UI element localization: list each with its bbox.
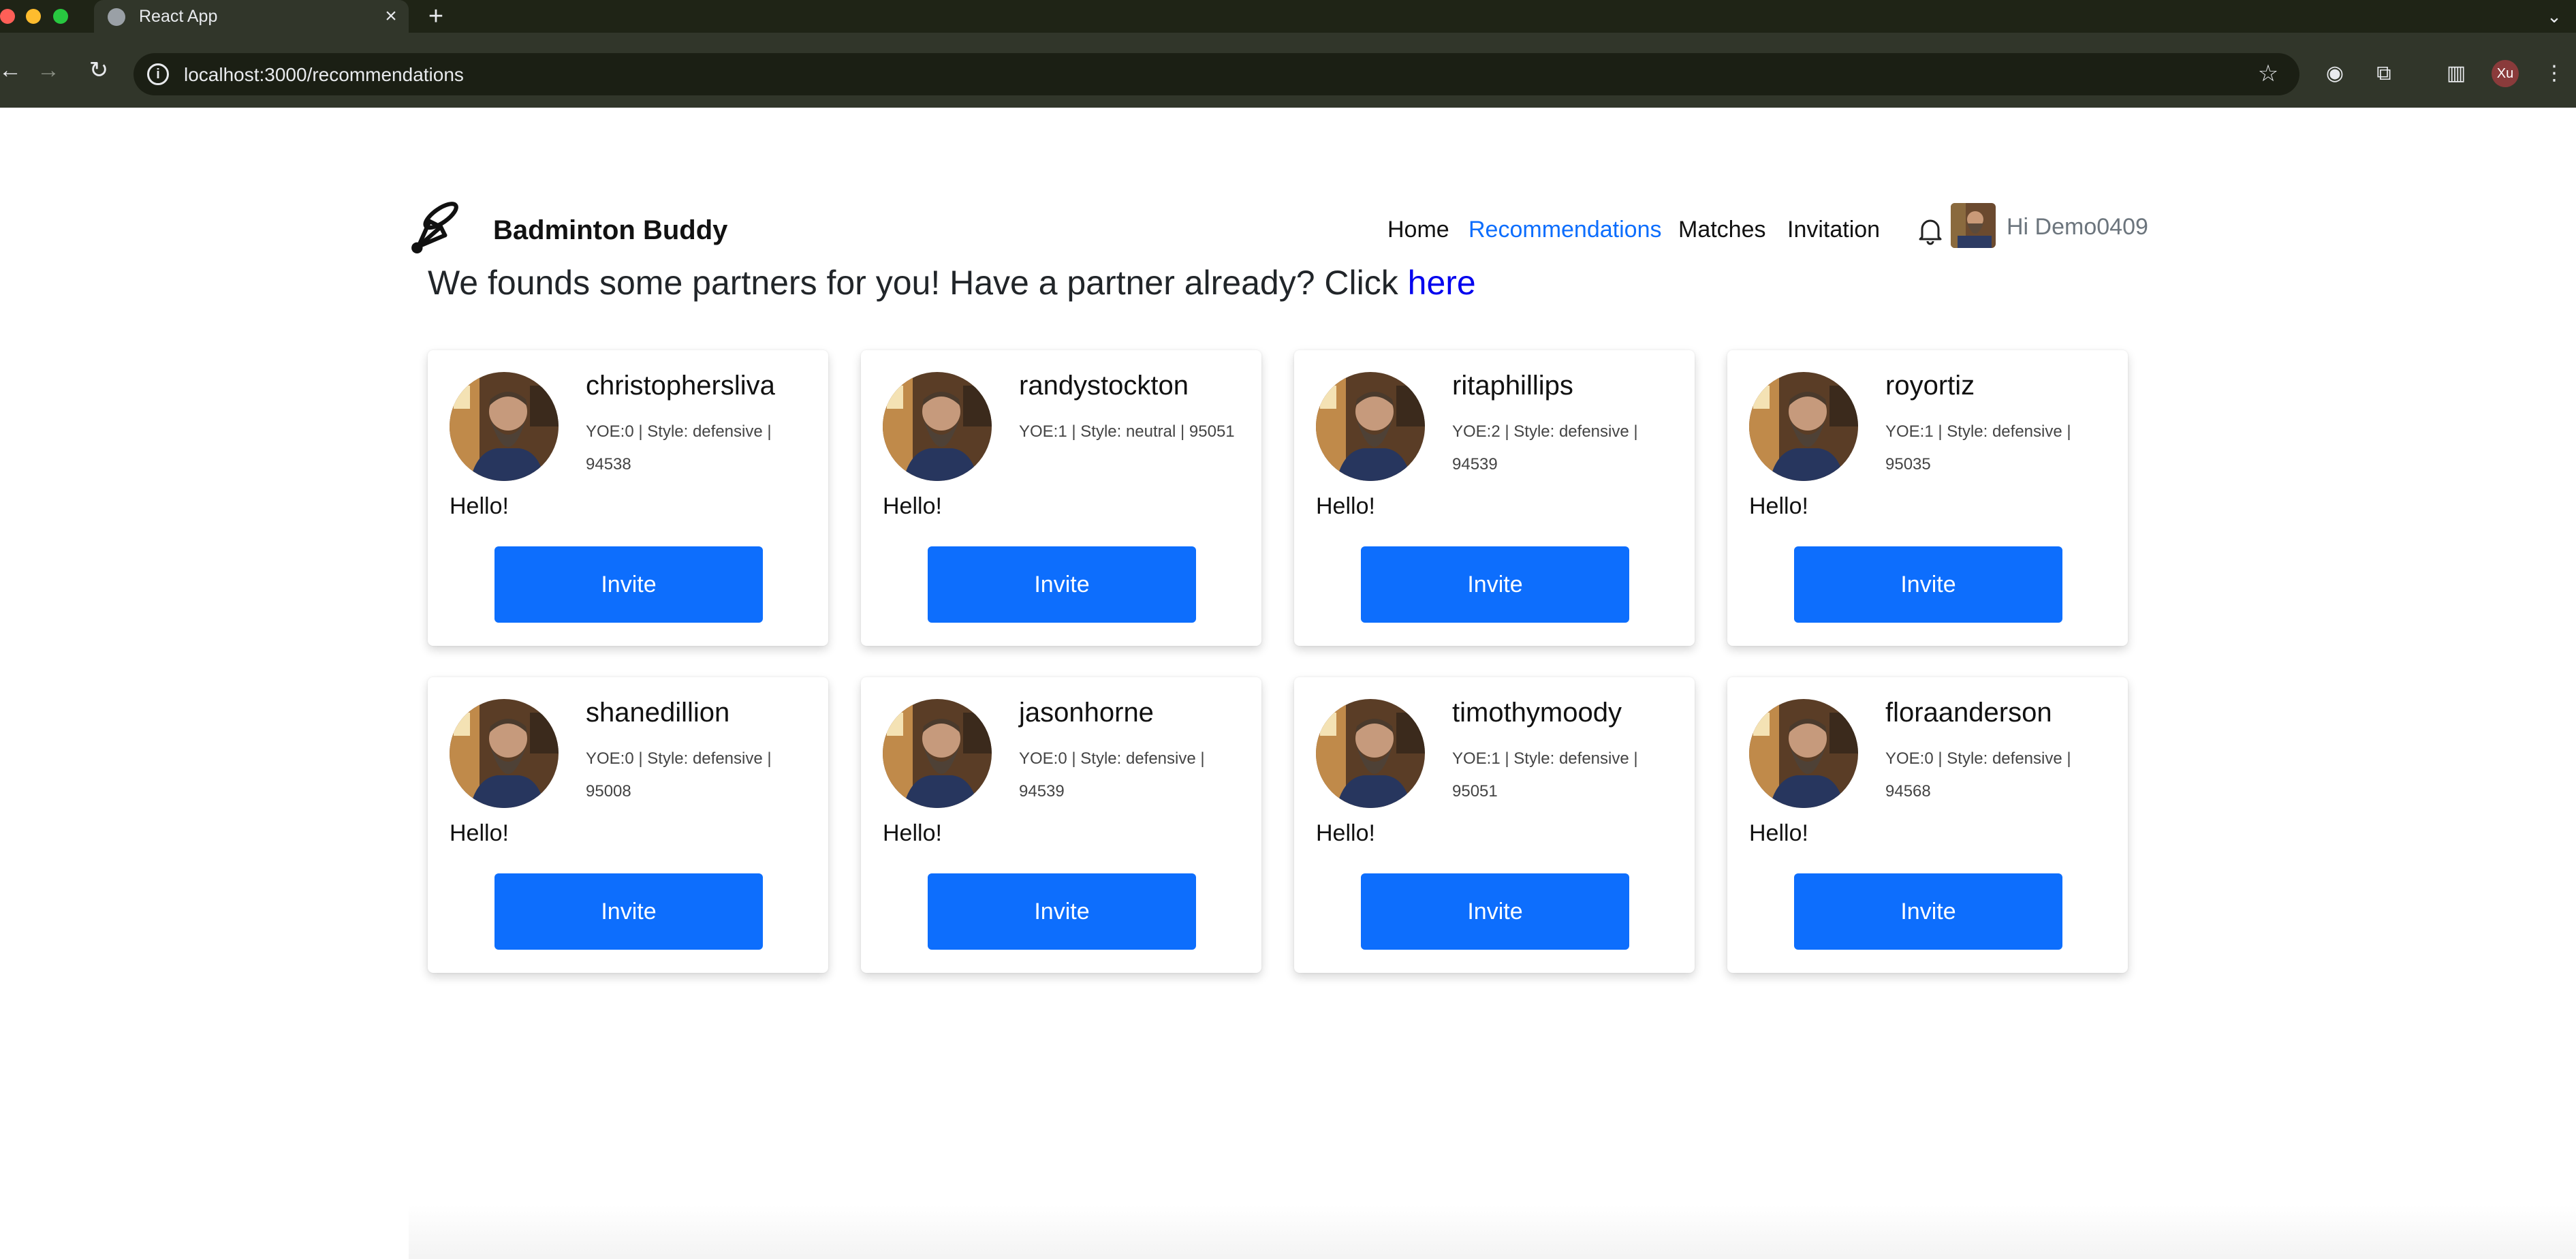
- invite-button[interactable]: Invite: [494, 873, 763, 950]
- partner-avatar: [883, 699, 992, 808]
- minimize-window-button[interactable]: [26, 9, 41, 24]
- partner-avatar: [1316, 372, 1425, 481]
- forward-icon[interactable]: →: [31, 52, 65, 89]
- invite-button[interactable]: Invite: [494, 546, 763, 623]
- side-panel-icon[interactable]: ▥: [2443, 60, 2470, 87]
- partner-meta: YOE:1 | Style: defensive | 95051: [1452, 749, 1638, 801]
- invite-button[interactable]: Invite: [928, 873, 1196, 950]
- invite-button[interactable]: Invite: [1361, 873, 1629, 950]
- invite-button[interactable]: Invite: [1361, 546, 1629, 623]
- partner-card: jasonhorne YOE:0 | Style: defensive | 94…: [861, 677, 1261, 973]
- invite-button[interactable]: Invite: [928, 546, 1196, 623]
- partner-bio: Hello!: [883, 820, 942, 846]
- partner-meta: YOE:0 | Style: defensive | 94539: [1019, 749, 1205, 801]
- partner-bio: Hello!: [450, 820, 509, 846]
- page-bottom-shadow: [409, 1204, 2576, 1259]
- partner-card: randystockton YOE:1 | Style: neutral | 9…: [861, 350, 1261, 646]
- nav-matches[interactable]: Matches: [1678, 217, 1766, 243]
- user-greeting[interactable]: Hi Demo0409: [2007, 214, 2148, 240]
- partner-meta: YOE:0 | Style: defensive | 94538: [586, 422, 772, 473]
- tab-search-icon[interactable]: ⌄: [2541, 4, 2568, 29]
- browser-tabstrip: React App × + ⌄: [0, 0, 2576, 33]
- partner-bio: Hello!: [1749, 820, 1808, 846]
- browser-tab[interactable]: React App ×: [94, 0, 409, 33]
- site-info-icon[interactable]: i: [147, 63, 169, 85]
- new-tab-button[interactable]: +: [422, 3, 450, 30]
- partner-card: christophersliva YOE:0 | Style: defensiv…: [428, 350, 828, 646]
- partner-avatar: [1749, 372, 1858, 481]
- partner-username: shanedillion: [586, 698, 730, 728]
- partner-bio: Hello!: [1749, 493, 1808, 519]
- partner-avatar: [450, 372, 559, 481]
- nav-recommendations[interactable]: Recommendations: [1468, 217, 1661, 243]
- extension-icon[interactable]: ◉: [2321, 60, 2349, 87]
- invite-button[interactable]: Invite: [1794, 546, 2062, 623]
- tab-title: React App: [139, 7, 218, 26]
- partner-card: shanedillion YOE:0 | Style: defensive | …: [428, 677, 828, 973]
- partner-card: floraanderson YOE:0 | Style: defensive |…: [1727, 677, 2128, 973]
- profile-avatar[interactable]: Xu: [2492, 60, 2519, 87]
- partner-username: royortiz: [1885, 371, 1975, 401]
- url-text[interactable]: localhost:3000/recommendations: [184, 64, 464, 86]
- partner-meta: YOE:0 | Style: defensive | 95008: [586, 749, 772, 801]
- partner-meta: YOE:0 | Style: defensive | 94568: [1885, 749, 2071, 801]
- intro-message: We founds some partners for you! Have a …: [428, 263, 1476, 302]
- partner-bio: Hello!: [450, 493, 509, 519]
- partner-username: floraanderson: [1885, 698, 2052, 728]
- app-header: Badminton Buddy Home Recommendations Mat…: [409, 196, 2152, 264]
- partner-username: christophersliva: [586, 371, 775, 401]
- partner-card: ritaphillips YOE:2 | Style: defensive | …: [1294, 350, 1695, 646]
- partner-bio: Hello!: [883, 493, 942, 519]
- partner-bio: Hello!: [1316, 493, 1375, 519]
- brand-name[interactable]: Badminton Buddy: [493, 215, 727, 246]
- bookmark-star-icon[interactable]: ☆: [2253, 59, 2283, 89]
- bell-icon[interactable]: [1917, 215, 1944, 245]
- partner-meta: YOE:1 | Style: neutral | 95051: [1019, 422, 1235, 441]
- partner-here-link[interactable]: here: [1408, 264, 1476, 302]
- partner-avatar: [1316, 699, 1425, 808]
- browser-toolbar: ← → ↻ i localhost:3000/recommendations ☆…: [0, 33, 2576, 108]
- partner-username: ritaphillips: [1452, 371, 1573, 401]
- partner-avatar: [1749, 699, 1858, 808]
- close-tab-icon[interactable]: ×: [379, 4, 403, 29]
- nav-invitation[interactable]: Invitation: [1787, 217, 1880, 243]
- close-window-button[interactable]: [0, 9, 15, 24]
- address-bar[interactable]: i localhost:3000/recommendations ☆: [133, 53, 2299, 95]
- shuttlecock-logo-icon[interactable]: [409, 198, 465, 253]
- puzzle-extensions-icon[interactable]: ⧉: [2370, 60, 2398, 87]
- partner-username: randystockton: [1019, 371, 1189, 401]
- partner-avatar: [883, 372, 992, 481]
- intro-text: We founds some partners for you! Have a …: [428, 264, 1408, 302]
- invite-button[interactable]: Invite: [1794, 873, 2062, 950]
- reload-icon[interactable]: ↻: [82, 52, 116, 89]
- partner-bio: Hello!: [1316, 820, 1375, 846]
- globe-icon: [108, 8, 125, 26]
- maximize-window-button[interactable]: [53, 9, 68, 24]
- partner-card: royortiz YOE:1 | Style: defensive | 9503…: [1727, 350, 2128, 646]
- partner-avatar: [450, 699, 559, 808]
- partner-card: timothymoody YOE:1 | Style: defensive | …: [1294, 677, 1695, 973]
- partner-username: timothymoody: [1452, 698, 1622, 728]
- user-avatar[interactable]: [1951, 203, 1996, 248]
- more-menu-icon[interactable]: ⋮: [2541, 60, 2568, 87]
- back-icon[interactable]: ←: [0, 52, 27, 89]
- partner-username: jasonhorne: [1019, 698, 1154, 728]
- nav-home[interactable]: Home: [1387, 217, 1449, 243]
- page-content: Badminton Buddy Home Recommendations Mat…: [0, 108, 2576, 1259]
- partner-meta: YOE:1 | Style: defensive | 95035: [1885, 422, 2071, 473]
- partner-meta: YOE:2 | Style: defensive | 94539: [1452, 422, 1638, 473]
